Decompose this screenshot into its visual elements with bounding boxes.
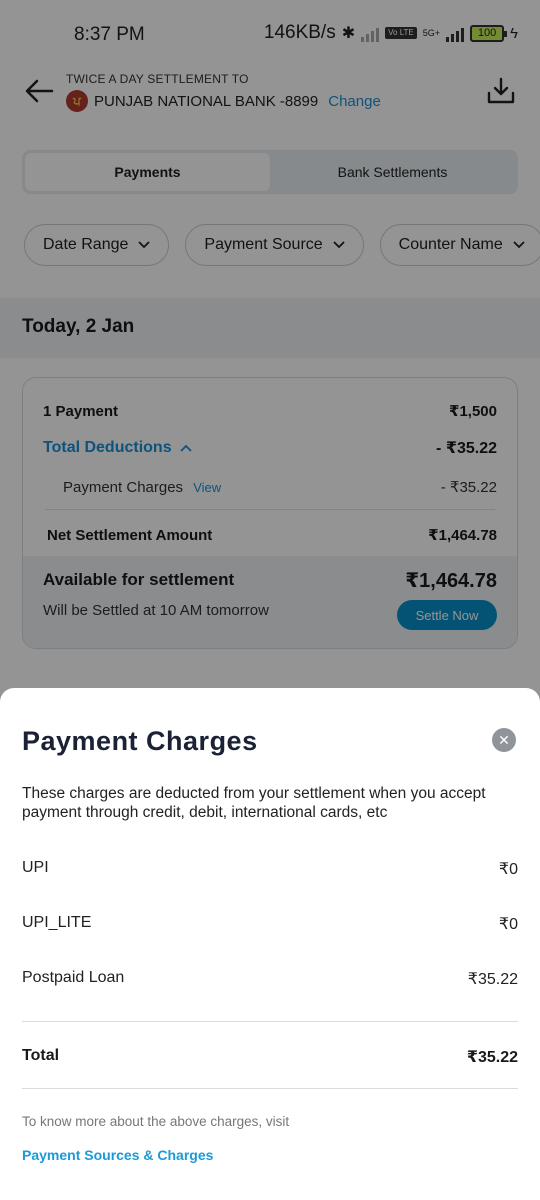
payment-sources-link[interactable]: Payment Sources & Charges xyxy=(22,1147,213,1163)
charge-name: UPI xyxy=(22,859,49,876)
charge-row-postpaid-loan: Postpaid Loan ₹35.22 xyxy=(22,969,518,989)
know-more-text: To know more about the above charges, vi… xyxy=(22,1114,290,1129)
sheet-description: These charges are deducted from your set… xyxy=(22,785,486,821)
sheet-title: Payment Charges xyxy=(22,726,258,756)
total-row: Total ₹35.22 xyxy=(22,1047,518,1067)
divider xyxy=(22,1021,518,1022)
charge-amount: ₹0 xyxy=(498,916,518,933)
divider xyxy=(22,1088,518,1089)
charge-name: UPI_LITE xyxy=(22,914,92,931)
total-label: Total xyxy=(22,1047,60,1064)
charge-name: Postpaid Loan xyxy=(22,969,125,986)
charge-row-upi-lite: UPI_LITE ₹0 xyxy=(22,914,518,934)
payment-charges-sheet: Payment Charges ✕ These charges are dedu… xyxy=(0,688,540,1200)
charge-row-upi: UPI ₹0 xyxy=(22,859,518,879)
charge-amount: ₹35.22 xyxy=(467,971,518,988)
charge-amount: ₹0 xyxy=(498,861,518,878)
total-amount: ₹35.22 xyxy=(466,1049,518,1066)
close-icon[interactable]: ✕ xyxy=(492,728,516,752)
